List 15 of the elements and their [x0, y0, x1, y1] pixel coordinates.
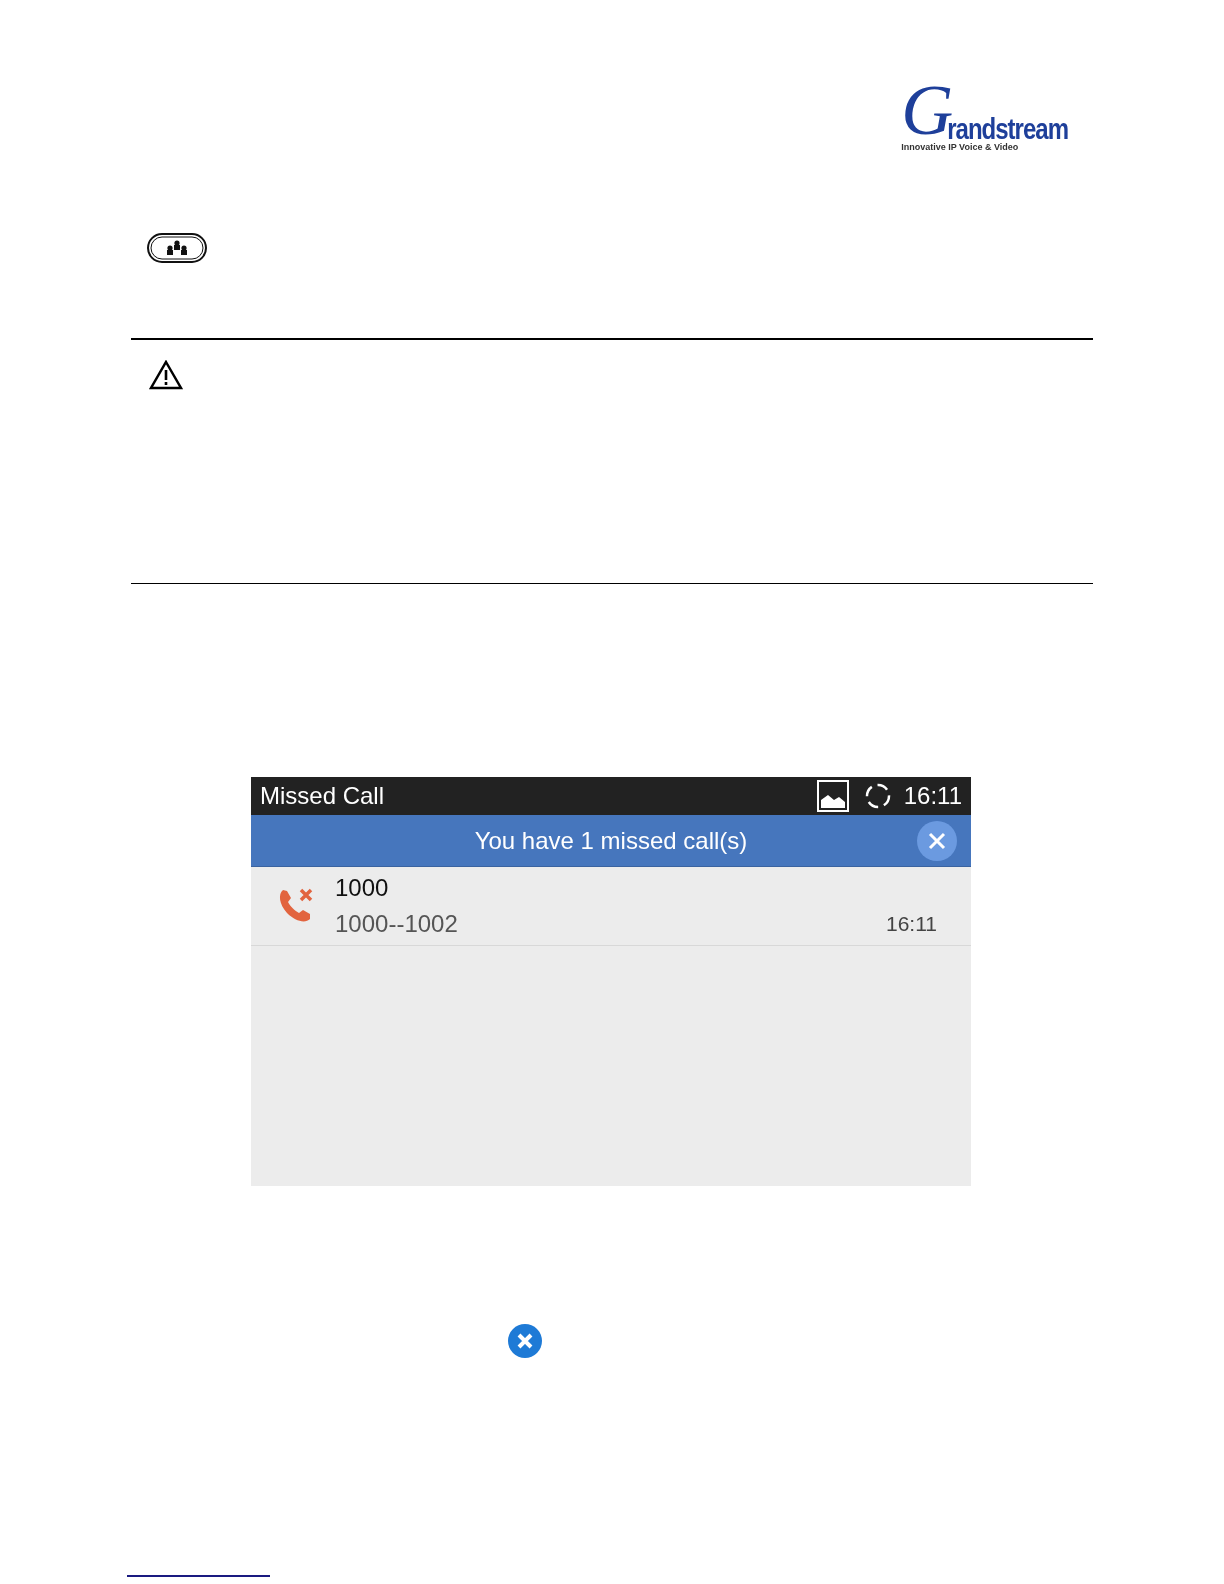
company-logo: Grandstream Innovative IP Voice & Video	[901, 78, 1068, 154]
image-icon	[816, 780, 849, 812]
close-button[interactable]	[917, 820, 957, 861]
clock: 16:11	[903, 781, 962, 811]
caller-name: 1000	[335, 873, 390, 903]
call-time: 16:11	[886, 910, 937, 937]
call-detail: 1000--1002	[335, 909, 459, 939]
banner-text: You have 1 missed call(s)	[474, 825, 748, 856]
missed-call-row[interactable]: 1000 1000--1002 16:11	[251, 867, 971, 946]
close-icon	[927, 830, 947, 851]
close-icon	[507, 1323, 543, 1359]
sync-icon	[863, 782, 892, 810]
warning-icon	[149, 360, 183, 390]
conference-key-icon	[146, 232, 208, 264]
screen-title: Missed Call	[260, 781, 386, 811]
